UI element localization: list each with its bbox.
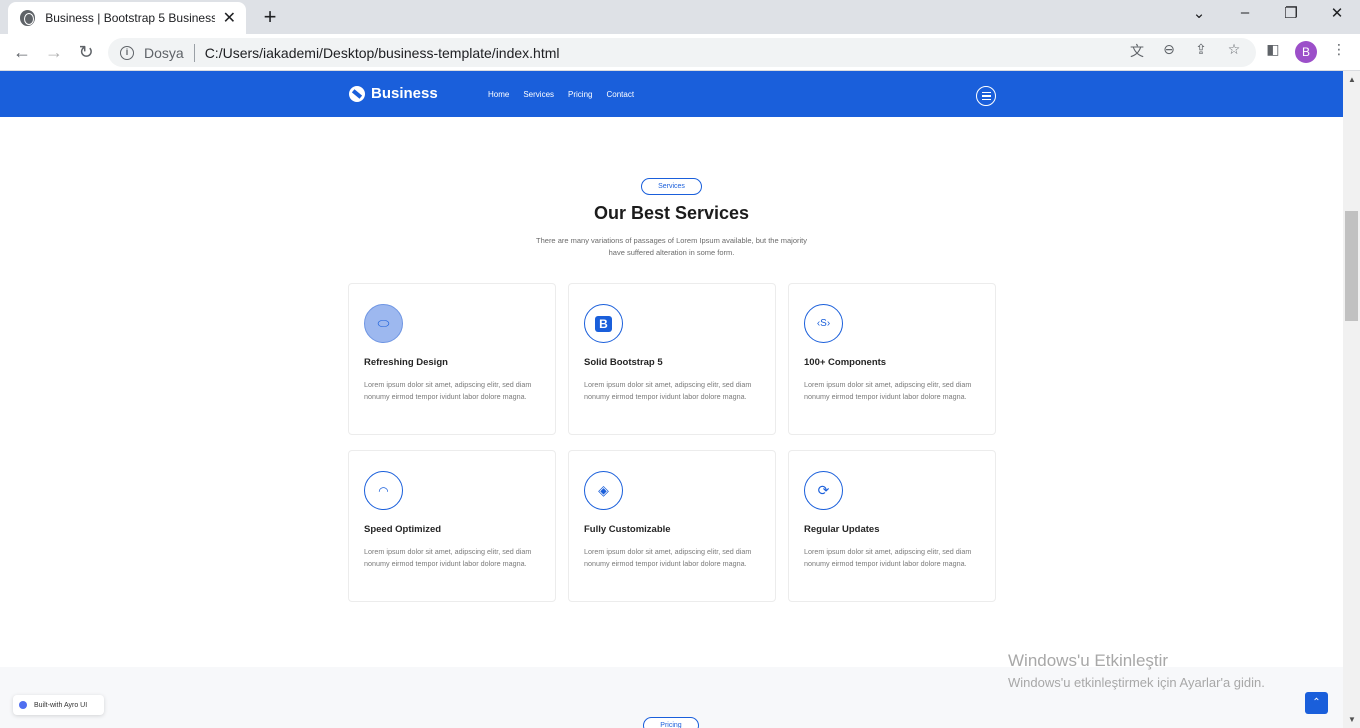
bookmark-star-icon[interactable]: ☆ [1225, 41, 1243, 58]
info-icon[interactable]: i [120, 45, 134, 60]
card-title: Refreshing Design [364, 357, 448, 368]
card-text: Lorem ipsum dolor sit amet, adipscing el… [584, 380, 752, 401]
side-panel-icon[interactable]: ◧ [1264, 41, 1282, 58]
close-icon[interactable]: ✕ [223, 8, 236, 28]
service-card: ◈ Fully Customizable Lorem ipsum dolor s… [568, 450, 776, 602]
card-title: Regular Updates [804, 524, 880, 535]
tab-title: Business | Bootstrap 5 Business Te [45, 11, 215, 25]
code-icon: ‹S› [804, 304, 843, 343]
back-to-top-button[interactable]: ⌃ [1305, 692, 1328, 714]
url-text[interactable]: C:/Users/iakademi/Desktop/business-templ… [205, 45, 560, 61]
activation-subtitle: Windows'u etkinleştirmek için Ayarlar'a … [1008, 675, 1265, 690]
new-tab-button[interactable]: + [258, 4, 282, 30]
nav-link-home[interactable]: Home [488, 90, 509, 99]
omnibox-divider [193, 43, 195, 62]
scroll-down-arrow-icon[interactable]: ▼ [1348, 715, 1356, 724]
site-header: Business Home Services Pricing Contact [0, 71, 1343, 117]
page-scrollbar[interactable]: ▲ ▼ [1343, 71, 1360, 728]
card-text: Lorem ipsum dolor sit amet, adipscing el… [364, 380, 532, 401]
logo-icon [349, 85, 365, 102]
browser-tab[interactable]: Business | Bootstrap 5 Business Te ✕ [8, 2, 246, 34]
service-card: ⬭ Refreshing Design Lorem ipsum dolor si… [348, 283, 556, 435]
pill-icon: ⬭ [364, 304, 403, 343]
card-text: Lorem ipsum dolor sit amet, adipscing el… [804, 380, 972, 401]
forward-arrow-icon[interactable]: → [42, 40, 66, 64]
reload-icon[interactable]: ↻ [74, 40, 98, 64]
service-card: ⟳ Regular Updates Lorem ipsum dolor sit … [788, 450, 996, 602]
address-bar[interactable]: i Dosya C:/Users/iakademi/Desktop/busine… [108, 38, 1256, 67]
scroll-up-arrow-icon[interactable]: ▲ [1348, 75, 1356, 84]
card-text: Lorem ipsum dolor sit amet, adipscing el… [584, 547, 752, 568]
menu-toggle-button[interactable] [976, 86, 996, 106]
page-viewport: Business Home Services Pricing Contact S… [0, 71, 1343, 728]
ayro-logo-icon [19, 701, 27, 709]
nav-link-contact[interactable]: Contact [606, 90, 634, 99]
service-card: ◠ Speed Optimized Lorem ipsum dolor sit … [348, 450, 556, 602]
restore-button[interactable]: ❐ [1281, 4, 1301, 22]
browser-toolbar: ← → ↻ i Dosya C:/Users/iakademi/Desktop/… [0, 34, 1360, 71]
ayro-badge[interactable]: Built-with Ayro UI [13, 695, 104, 715]
back-arrow-icon[interactable]: ← [10, 40, 34, 64]
card-title: Fully Customizable [584, 524, 671, 535]
globe-icon [20, 10, 36, 26]
pricing-badge: Pricing [643, 717, 699, 728]
layers-icon: ◈ [584, 471, 623, 510]
site-logo[interactable]: Business [349, 85, 438, 102]
card-title: Solid Bootstrap 5 [584, 357, 663, 368]
share-icon[interactable]: ⇪ [1192, 41, 1210, 58]
nav-link-services[interactable]: Services [523, 90, 554, 99]
ayro-badge-label: Built-with Ayro UI [34, 701, 88, 709]
card-title: 100+ Components [804, 357, 887, 368]
nav-link-pricing[interactable]: Pricing [568, 90, 592, 99]
zoom-icon[interactable]: ⊖ [1160, 41, 1178, 58]
windows-activation-watermark: Windows'u Etkinleştir Windows'u etkinleş… [1008, 651, 1265, 690]
profile-avatar[interactable]: B [1295, 41, 1317, 63]
service-card: ‹S› 100+ Components Lorem ipsum dolor si… [788, 283, 996, 435]
services-section: Services Our Best Services There are man… [0, 127, 1343, 667]
site-nav: Home Services Pricing Contact [488, 90, 634, 99]
section-description: There are many variations of passages of… [536, 236, 807, 257]
services-badge: Services [641, 178, 702, 195]
card-title: Speed Optimized [364, 524, 442, 535]
scroll-thumb[interactable] [1345, 211, 1358, 321]
brand-name: Business [371, 85, 438, 102]
tab-search-icon[interactable]: ⌄ [1189, 4, 1209, 22]
minimize-button[interactable]: – [1235, 4, 1255, 21]
speedometer-icon: ◠ [364, 471, 403, 510]
card-text: Lorem ipsum dolor sit amet, adipscing el… [804, 547, 972, 568]
window-close-button[interactable]: ✕ [1327, 4, 1347, 22]
refresh-icon: ⟳ [804, 471, 843, 510]
translate-icon[interactable]: 文 [1128, 41, 1146, 61]
bootstrap-icon: B [584, 304, 623, 343]
card-text: Lorem ipsum dolor sit amet, adipscing el… [364, 547, 532, 568]
service-card: B Solid Bootstrap 5 Lorem ipsum dolor si… [568, 283, 776, 435]
activation-title: Windows'u Etkinleştir [1008, 651, 1169, 670]
browser-tabbar: Business | Bootstrap 5 Business Te ✕ + ⌄… [0, 0, 1360, 34]
more-menu-icon[interactable]: ⋮ [1330, 41, 1348, 58]
section-title: Our Best Services [593, 203, 750, 223]
secure-label: Dosya [144, 44, 184, 61]
